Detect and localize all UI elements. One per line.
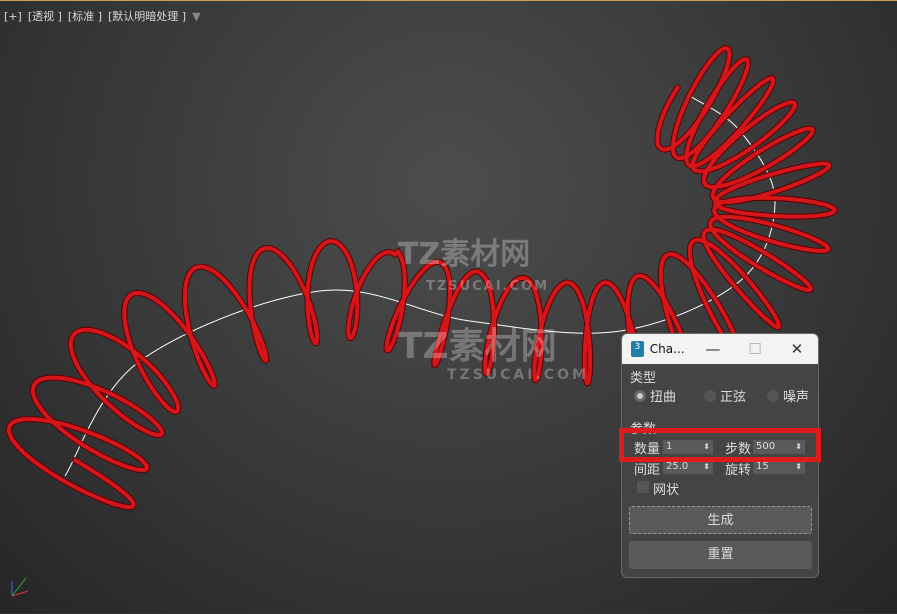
- rotate-spinner[interactable]: 15 ⬍: [753, 460, 805, 474]
- spinner-arrows-icon[interactable]: ⬍: [795, 460, 802, 474]
- spacing-spinner[interactable]: 25.0 ⬍: [663, 460, 713, 474]
- type-group-label: 类型: [630, 371, 657, 386]
- mesh-label: 网状: [653, 483, 680, 498]
- radio-twist-label: 扭曲: [650, 390, 677, 405]
- reset-button[interactable]: 重置: [629, 541, 812, 569]
- close-button[interactable]: ✕: [776, 340, 818, 358]
- mesh-checkbox[interactable]: [637, 481, 649, 493]
- dialog-titlebar[interactable]: 3 Cha... — ☐ ✕: [622, 334, 818, 364]
- radio-sine-label: 正弦: [720, 390, 747, 405]
- radio-noise-label: 噪声: [783, 390, 810, 405]
- highlight-box: [619, 428, 821, 462]
- radio-sine[interactable]: 正弦: [704, 386, 746, 405]
- rotate-value: 15: [756, 461, 769, 472]
- spinner-arrows-icon[interactable]: ⬍: [703, 460, 710, 474]
- radio-twist[interactable]: 扭曲: [634, 386, 676, 405]
- spacing-value: 25.0: [666, 461, 689, 472]
- axis-gizmo-icon: [11, 577, 29, 597]
- minimize-button[interactable]: —: [692, 340, 734, 358]
- dialog-title: Cha...: [649, 342, 685, 356]
- generate-button[interactable]: 生成: [629, 506, 812, 534]
- app-icon: 3: [631, 341, 644, 357]
- radio-noise[interactable]: 噪声: [767, 386, 809, 405]
- maximize-button[interactable]: ☐: [734, 340, 776, 358]
